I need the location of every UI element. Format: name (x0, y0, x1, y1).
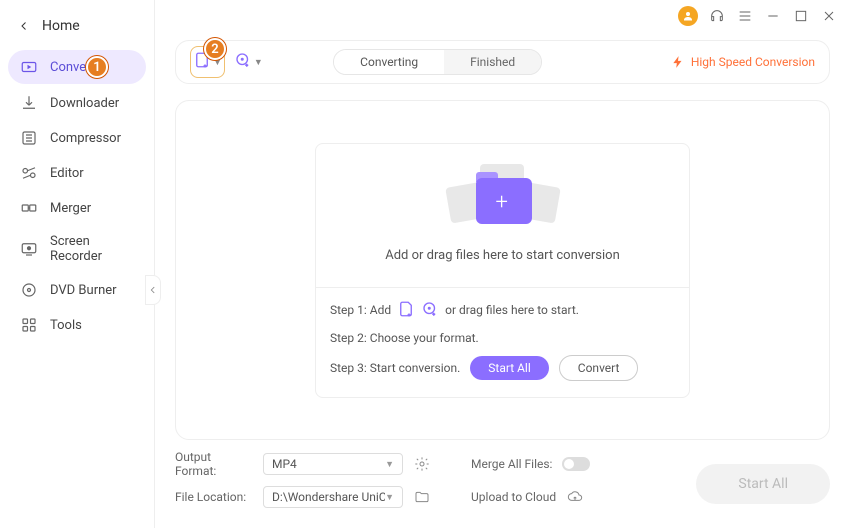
compressor-icon (20, 129, 38, 147)
bottom-bar: Output Format: MP4 ▼ Merge All Files: Fi… (175, 450, 830, 520)
settings-gear-icon[interactable] (413, 455, 431, 473)
open-folder-icon[interactable] (413, 488, 431, 506)
sidebar-item-converter[interactable]: Converter (8, 50, 146, 84)
sidebar: Home Converter Downloader Compressor Edi… (0, 0, 155, 528)
home-label: Home (42, 18, 80, 34)
upload-label: Upload to Cloud (471, 490, 556, 504)
merge-toggle[interactable] (562, 457, 590, 471)
drop-card: + Add or drag files here to start conver… (315, 143, 690, 398)
drop-area[interactable]: + Add or drag files here to start conver… (316, 144, 689, 287)
add-file-icon[interactable] (397, 300, 415, 321)
merge-label: Merge All Files: (471, 457, 552, 471)
tools-icon (20, 316, 38, 334)
content-panel: + Add or drag files here to start conver… (175, 100, 830, 440)
sidebar-item-screen-recorder[interactable]: Screen Recorder (0, 226, 154, 272)
sidebar-item-downloader[interactable]: Downloader (0, 86, 154, 120)
toolbar: ▼ ▼ Converting Finished High Speed Conve… (175, 40, 830, 84)
folder-illustration: + (448, 164, 558, 234)
step3-text: Step 3: Start conversion. (330, 361, 460, 375)
tab-segment: Converting Finished (333, 49, 542, 75)
start-all-button[interactable]: Start All (696, 464, 830, 504)
drop-text: Add or drag files here to start conversi… (385, 248, 620, 263)
chevron-down-icon: ▼ (254, 57, 263, 68)
step-badge-1: 1 (86, 56, 108, 78)
convert-button[interactable]: Convert (559, 355, 639, 381)
file-location-label: File Location: (175, 490, 253, 504)
sidebar-item-label: Screen Recorder (50, 234, 140, 264)
home-button[interactable]: Home (0, 8, 154, 48)
sidebar-item-dvd-burner[interactable]: DVD Burner (0, 273, 154, 307)
file-location-select[interactable]: D:\Wondershare UniConverter 1 ▼ (263, 486, 403, 508)
start-all-small-button[interactable]: Start All (470, 356, 549, 380)
output-format-select[interactable]: MP4 ▼ (263, 453, 403, 475)
sidebar-item-merger[interactable]: Merger (0, 191, 154, 225)
tab-finished[interactable]: Finished (444, 50, 541, 74)
step1-text-a: Step 1: Add (330, 303, 391, 317)
sidebar-item-tools[interactable]: Tools (0, 308, 154, 342)
steps: Step 1: Add or drag files here to start.… (316, 287, 689, 397)
dvd-burner-icon (20, 281, 38, 299)
cloud-upload-icon[interactable] (566, 488, 584, 506)
sidebar-item-label: Downloader (50, 96, 119, 111)
sidebar-item-label: Editor (50, 166, 84, 181)
sidebar-item-label: Compressor (50, 131, 121, 146)
screen-recorder-icon (20, 240, 38, 258)
sidebar-item-label: Tools (50, 318, 82, 333)
step2-text: Step 2: Choose your format. (330, 331, 675, 345)
add-dvd-icon[interactable] (421, 300, 439, 321)
chevron-down-icon: ▼ (385, 459, 394, 470)
sidebar-item-compressor[interactable]: Compressor (0, 121, 154, 155)
chevron-down-icon: ▼ (385, 492, 394, 503)
lightning-icon (671, 55, 685, 69)
tab-converting[interactable]: Converting (334, 50, 444, 74)
merger-icon (20, 199, 38, 217)
sidebar-item-label: Merger (50, 201, 91, 216)
downloader-icon (20, 94, 38, 112)
add-dvd-button[interactable]: ▼ (231, 46, 266, 78)
editor-icon (20, 164, 38, 182)
output-format-label: Output Format: (175, 450, 253, 478)
high-speed-conversion-button[interactable]: High Speed Conversion (671, 55, 815, 69)
step1-text-b: or drag files here to start. (445, 303, 579, 317)
sidebar-item-editor[interactable]: Editor (0, 156, 154, 190)
add-dvd-icon (234, 51, 252, 73)
sidebar-item-label: DVD Burner (50, 283, 117, 298)
converter-icon (20, 58, 38, 76)
step-badge-2: 2 (204, 38, 226, 60)
back-icon (18, 20, 30, 32)
